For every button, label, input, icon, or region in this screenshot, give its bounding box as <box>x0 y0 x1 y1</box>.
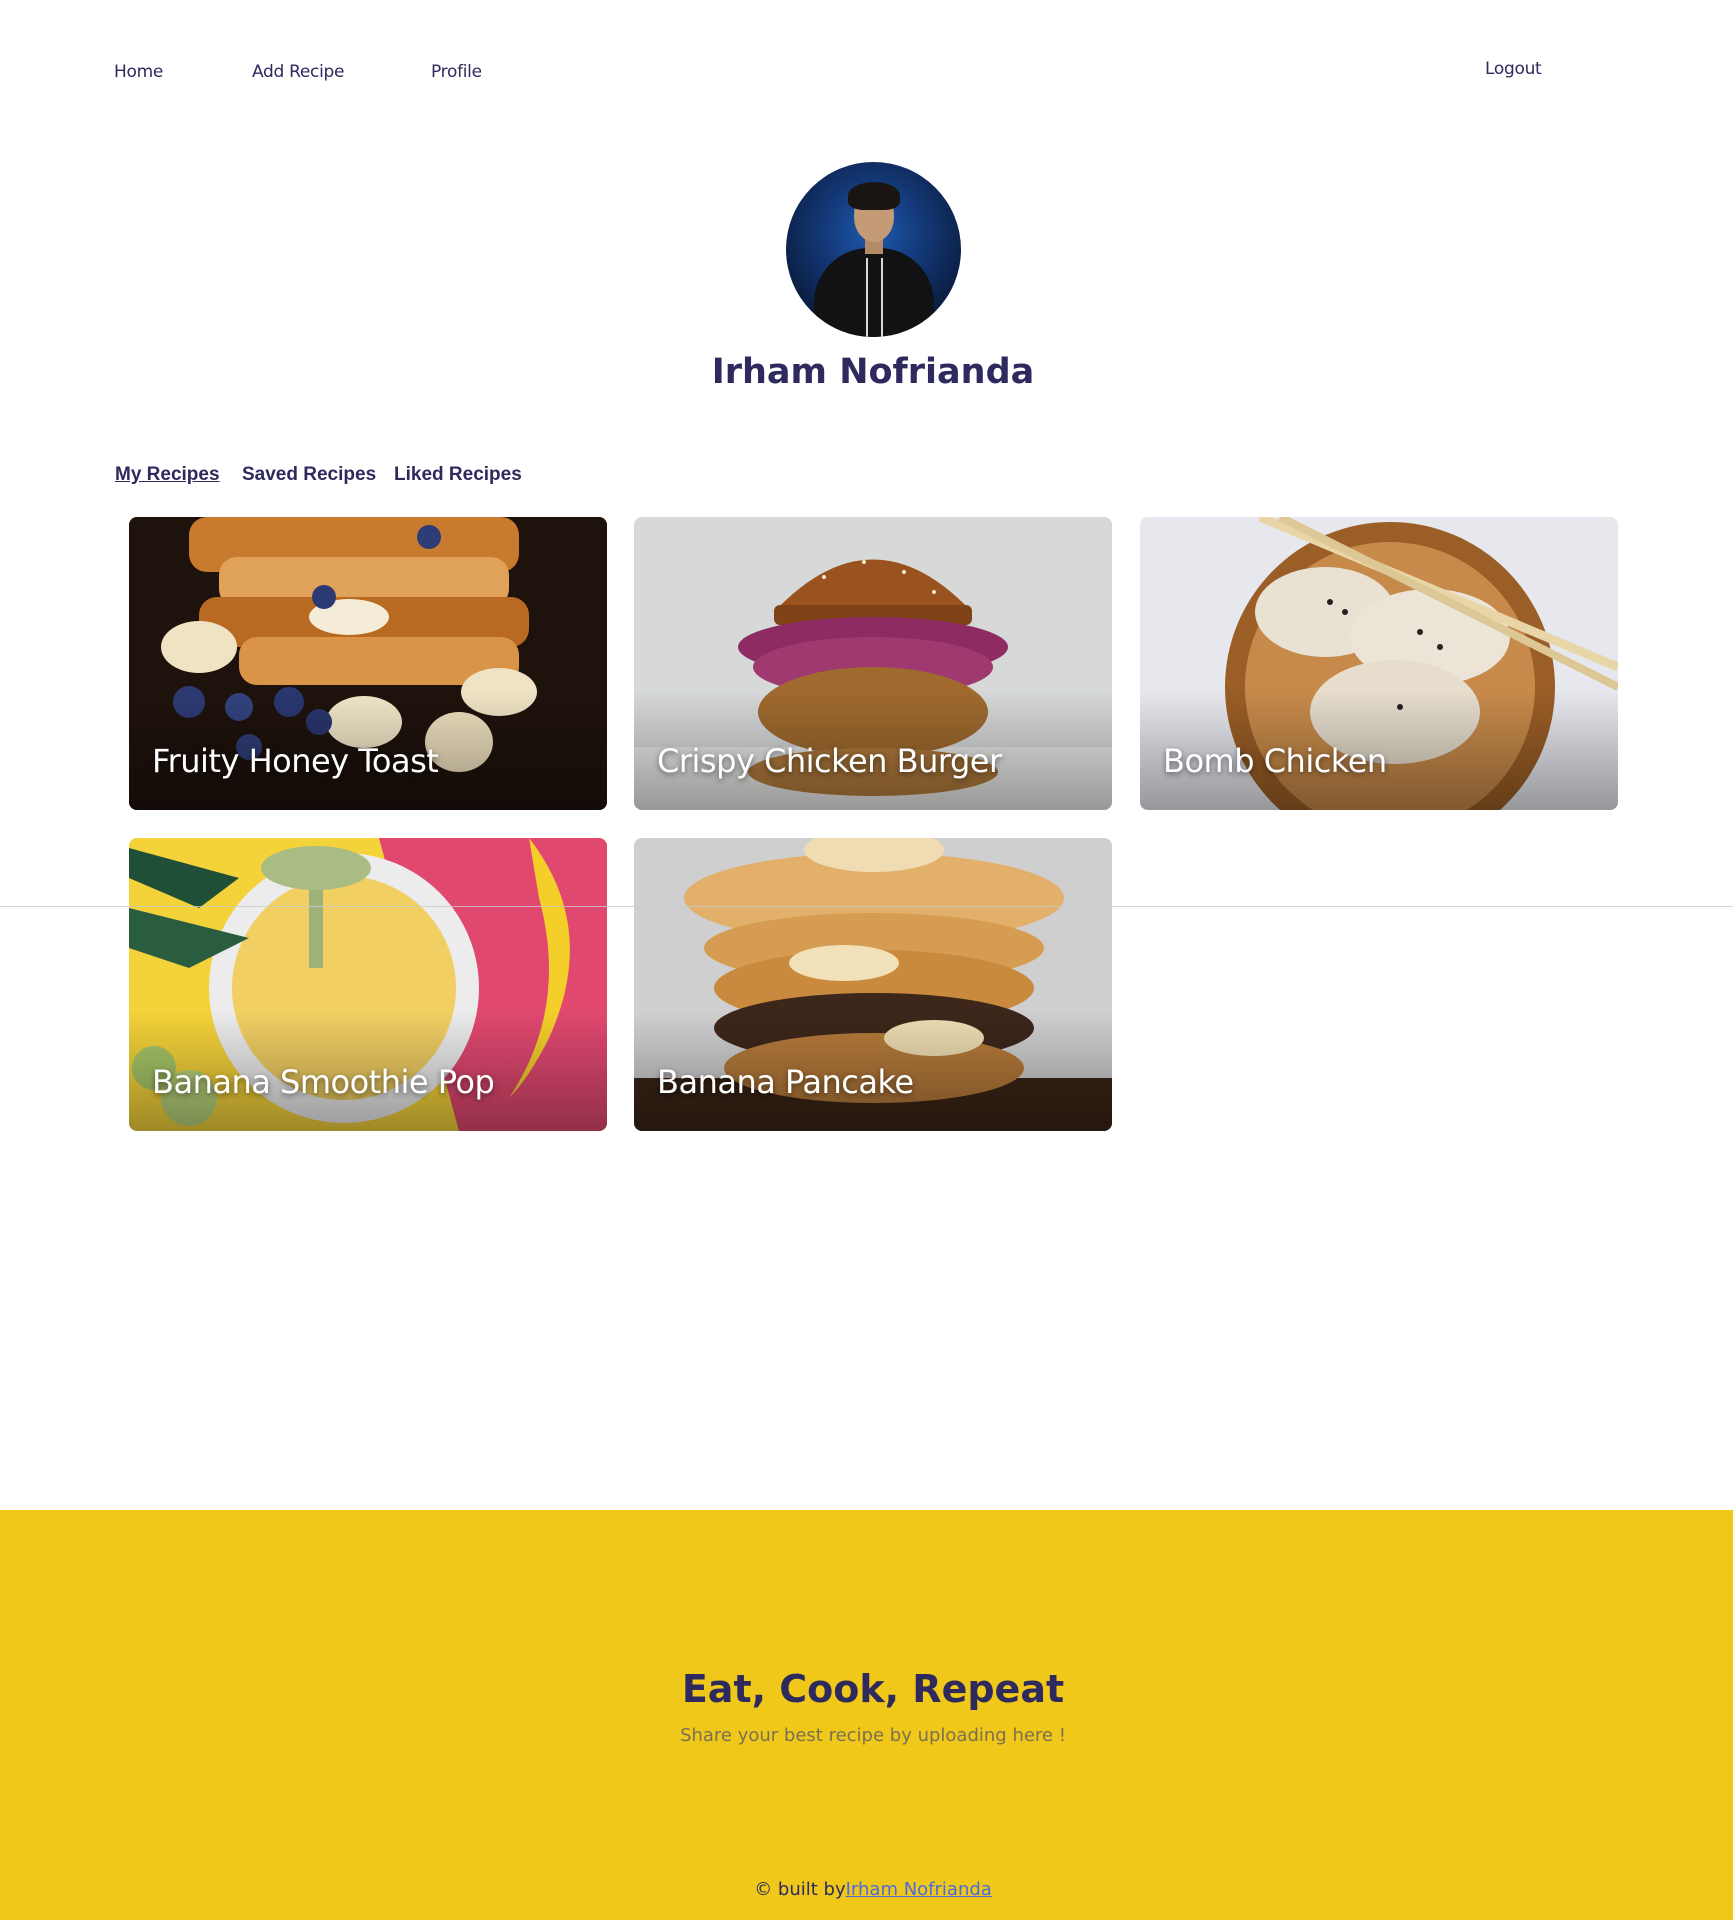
recipe-card-title: Crispy Chicken Burger <box>657 742 1002 780</box>
logout-link[interactable]: Logout <box>1485 59 1542 79</box>
footer-credit: © built byIrham Nofrianda <box>0 1879 1733 1900</box>
profile-avatar <box>786 162 961 337</box>
recipe-card-title: Fruity Honey Toast <box>152 742 439 780</box>
footer-author-link[interactable]: Irham Nofrianda <box>846 1879 992 1900</box>
nav-add-recipe-link[interactable]: Add Recipe <box>252 62 344 82</box>
recipe-card[interactable]: Fruity Honey Toast <box>129 517 607 810</box>
avatar-body-shape <box>814 248 934 337</box>
recipe-card-title: Banana Pancake <box>657 1063 914 1101</box>
tab-liked-recipes[interactable]: Liked Recipes <box>394 464 522 486</box>
tab-my-recipes[interactable]: My Recipes <box>115 464 220 486</box>
top-nav: Home Add Recipe Profile Logout <box>0 0 1733 120</box>
page-divider-line <box>0 906 1733 907</box>
recipe-card[interactable]: Bomb Chicken <box>1140 517 1618 810</box>
tab-saved-recipes[interactable]: Saved Recipes <box>242 464 376 486</box>
avatar-hair-shape <box>848 182 900 210</box>
footer: Eat, Cook, Repeat Share your best recipe… <box>0 1510 1733 1920</box>
nav-profile-link[interactable]: Profile <box>431 62 482 82</box>
footer-headline: Eat, Cook, Repeat <box>681 1667 1065 1711</box>
avatar-hoodie-string <box>881 258 883 337</box>
recipe-card[interactable]: Banana Pancake <box>634 838 1112 1131</box>
recipe-card[interactable]: Crispy Chicken Burger <box>634 517 1112 810</box>
recipe-card-title: Banana Smoothie Pop <box>152 1063 495 1101</box>
footer-credit-prefix: © built by <box>754 1879 846 1900</box>
recipe-card[interactable]: Banana Smoothie Pop <box>129 838 607 1131</box>
avatar-hoodie-string <box>866 258 868 337</box>
footer-subline: Share your best recipe by uploading here… <box>680 1725 1066 1746</box>
nav-home-link[interactable]: Home <box>114 62 163 82</box>
profile-name: Irham Nofrianda <box>711 352 1035 392</box>
recipe-card-title: Bomb Chicken <box>1163 742 1387 780</box>
